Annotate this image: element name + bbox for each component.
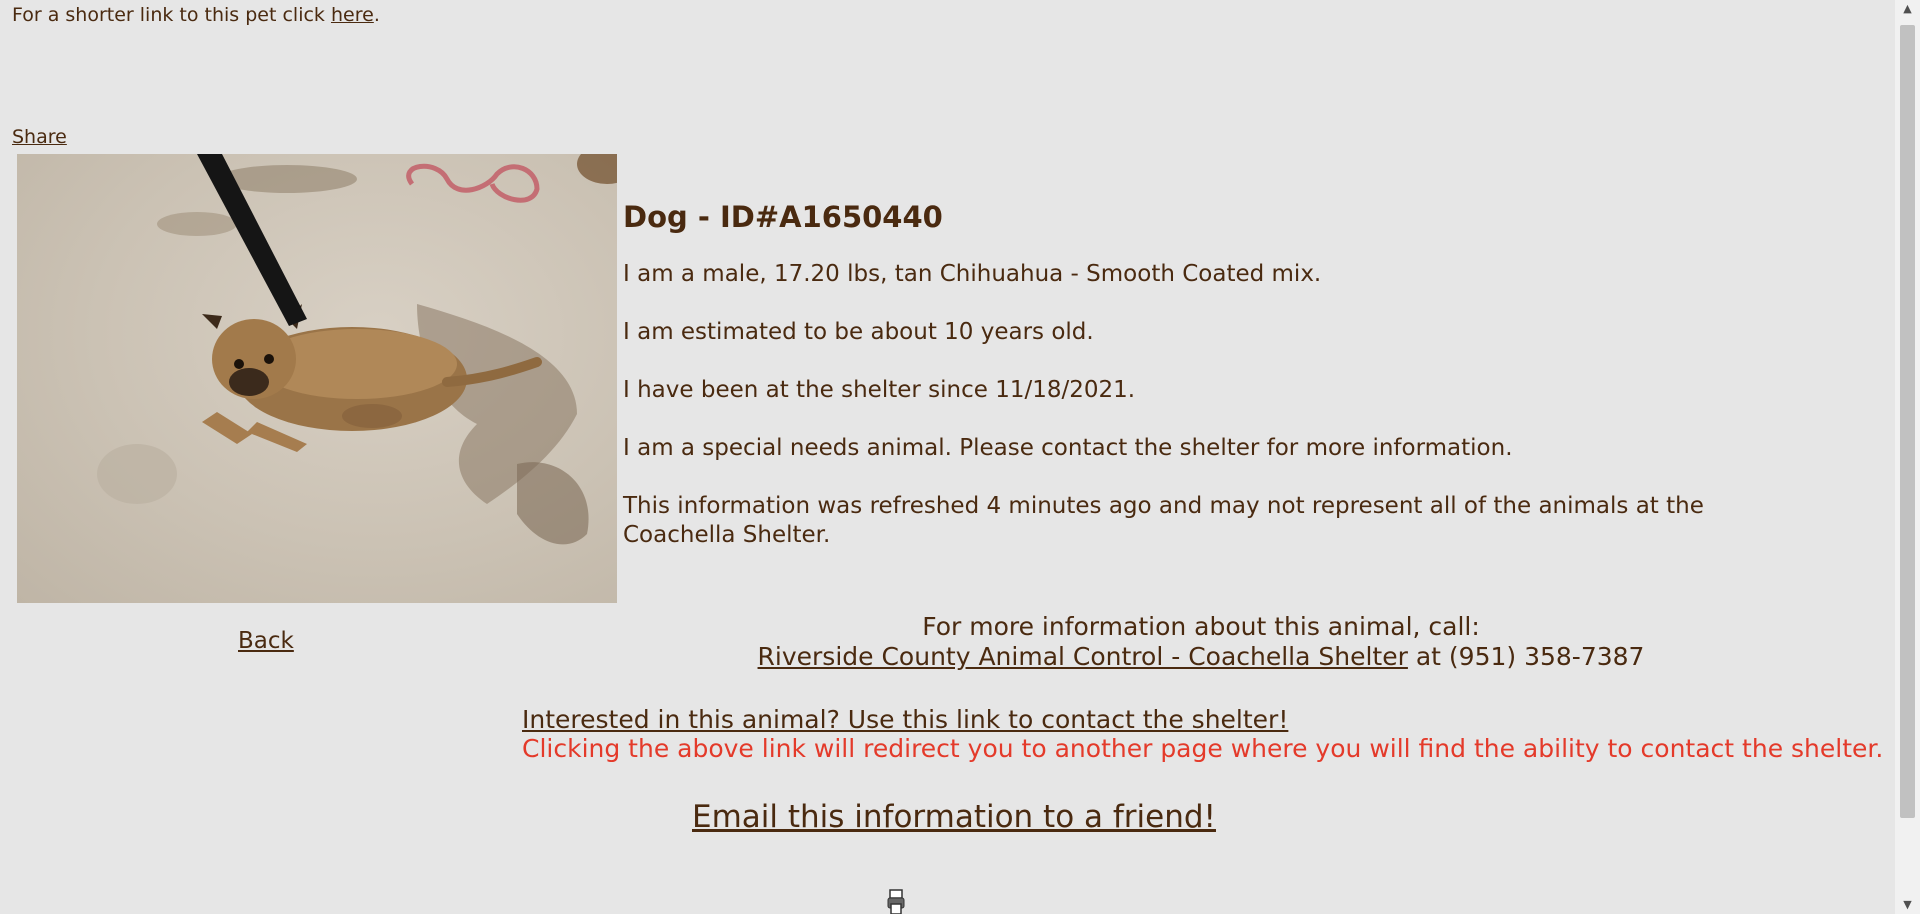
short-link-here[interactable]: here xyxy=(331,4,374,26)
scroll-down-icon[interactable]: ▼ xyxy=(1895,896,1920,914)
pet-title: Dog - ID#A1650440 xyxy=(623,200,943,234)
share-link[interactable]: Share xyxy=(12,126,67,148)
call-text: For more information about this animal, … xyxy=(922,612,1480,641)
shelter-link[interactable]: Riverside County Animal Control - Coache… xyxy=(758,642,1408,671)
interested-link[interactable]: Interested in this animal? Use this link… xyxy=(522,705,1288,734)
pet-photo xyxy=(17,154,617,603)
short-link-line: For a shorter link to this pet click her… xyxy=(12,4,380,26)
pet-refresh-note: This information was refreshed 4 minutes… xyxy=(623,493,1704,548)
scrollbar-thumb[interactable] xyxy=(1900,25,1915,818)
pet-detail-page: For a shorter link to this pet click her… xyxy=(0,0,1895,914)
short-link-suffix: . xyxy=(373,4,380,26)
shelter-line: Riverside County Animal Control - Coache… xyxy=(623,642,1779,672)
pet-age: I am estimated to be about 10 years old. xyxy=(623,319,1094,345)
short-link-prefix: For a shorter link to this pet click xyxy=(12,4,331,26)
phone-text: at (951) 358-7387 xyxy=(1407,642,1645,671)
redirect-note: Clicking the above link will redirect yo… xyxy=(522,734,1884,763)
scroll-up-icon[interactable]: ▲ xyxy=(1895,0,1920,18)
email-friend-link[interactable]: Email this information to a friend! xyxy=(692,799,1216,835)
vertical-scrollbar[interactable]: ▲ ▼ xyxy=(1895,0,1920,914)
contact-info: For more information about this animal, … xyxy=(623,612,1779,672)
interested-section: Interested in this animal? Use this link… xyxy=(522,705,1883,763)
pet-info: Dog - ID#A1650440 I am a male, 17.20 lbs… xyxy=(623,196,1823,579)
back-link[interactable]: Back xyxy=(238,628,294,654)
pet-description: I am a male, 17.20 lbs, tan Chihuahua - … xyxy=(623,261,1322,287)
pet-special-needs: I am a special needs animal. Please cont… xyxy=(623,435,1513,461)
pet-since: I have been at the shelter since 11/18/2… xyxy=(623,377,1136,403)
printer-icon[interactable] xyxy=(887,886,905,914)
